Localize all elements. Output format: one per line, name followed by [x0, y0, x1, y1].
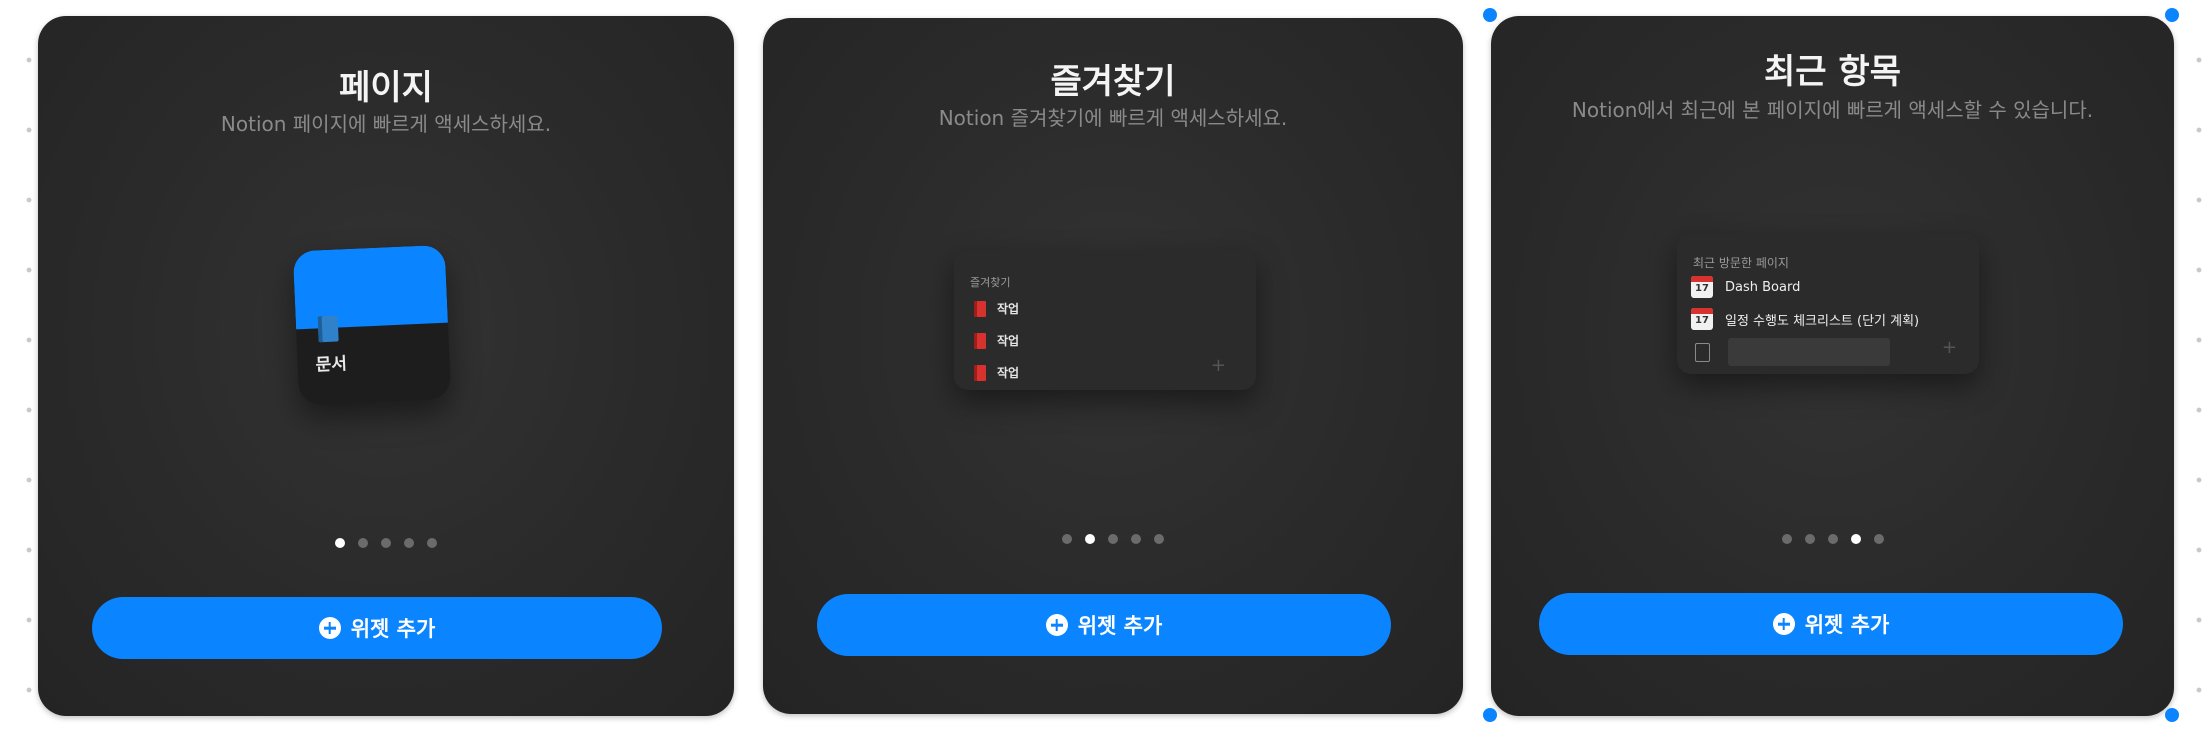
- plus-circle-icon: [1045, 614, 1068, 636]
- redacted-label: [1728, 338, 1890, 366]
- favorite-item-label: 작업: [997, 366, 1020, 380]
- card-subtitle: Notion에서 최근에 본 페이지에 빠르게 액세스할 수 있습니다.: [1571, 98, 2094, 122]
- add-widget-label: 위젯 추가: [1077, 614, 1163, 638]
- page-dot[interactable]: [1873, 534, 1884, 544]
- plus-icon: +: [1941, 337, 1957, 358]
- recent-item: 17 Dash Board: [1691, 276, 1800, 298]
- calendar-icon: 17: [1691, 308, 1713, 330]
- favorite-item-label: 작업: [997, 334, 1020, 348]
- card-title: 페이지: [339, 68, 433, 108]
- widget-color-header: [292, 244, 448, 330]
- selection-handle[interactable]: [2165, 708, 2179, 722]
- add-widget-button[interactable]: 위젯 추가: [1539, 593, 2123, 655]
- page-indicator: [1491, 534, 2174, 544]
- red-book-icon: [974, 300, 986, 317]
- add-widget-label: 위젯 추가: [1804, 613, 1890, 637]
- selection-handle[interactable]: [2165, 8, 2179, 22]
- favorite-item: 작업: [974, 364, 1019, 381]
- widget-card-recent: 최근 항목 Notion에서 최근에 본 페이지에 빠르게 액세스할 수 있습니…: [1491, 16, 2174, 716]
- page-dot[interactable]: [358, 538, 368, 548]
- red-book-icon: [974, 332, 986, 349]
- recent-item: [1691, 338, 1890, 366]
- page-dot[interactable]: [1850, 534, 1861, 544]
- page-dot[interactable]: [1804, 534, 1815, 544]
- plus-circle-icon: [318, 617, 341, 639]
- favorite-item: 작업: [974, 300, 1019, 317]
- recent-widget-preview: 최근 방문한 페이지 17 Dash Board 17 일정 수행도 체크리스트…: [1677, 234, 1979, 374]
- red-book-icon: [974, 364, 986, 381]
- recent-item: 17 일정 수행도 체크리스트 (단기 계획): [1691, 308, 1919, 330]
- page-indicator: [763, 534, 1463, 544]
- page-dot[interactable]: [1827, 534, 1838, 544]
- page-dot[interactable]: [1154, 534, 1164, 544]
- favorites-header: 즐겨찾기: [970, 276, 1011, 289]
- page-dot[interactable]: [381, 538, 391, 548]
- widget-card-favorites: 즐겨찾기 Notion 즐겨찾기에 빠르게 액세스하세요. 즐겨찾기 작업 작업…: [763, 18, 1463, 714]
- card-subtitle: Notion 페이지에 빠르게 액세스하세요.: [220, 112, 552, 136]
- page-indicator: [38, 538, 734, 548]
- favorite-item: 작업: [974, 332, 1019, 349]
- add-widget-label: 위젯 추가: [350, 617, 436, 641]
- recent-header: 최근 방문한 페이지: [1693, 256, 1789, 270]
- widget-card-pages: 페이지 Notion 페이지에 빠르게 액세스하세요. 문서 위젯 추가: [38, 16, 734, 716]
- recent-item-label: Dash Board: [1725, 279, 1801, 295]
- favorites-widget-preview: 즐겨찾기 작업 작업 작업 +: [954, 250, 1256, 390]
- document-icon: [1695, 342, 1710, 362]
- page-dot[interactable]: [427, 538, 437, 548]
- widget-page-label: 문서: [315, 354, 348, 376]
- selection-handle[interactable]: [1483, 8, 1497, 22]
- add-widget-button[interactable]: 위젯 추가: [92, 597, 662, 659]
- plus-circle-icon: [1772, 613, 1795, 635]
- page-dot[interactable]: [404, 538, 414, 548]
- add-widget-button[interactable]: 위젯 추가: [817, 594, 1391, 656]
- page-dot[interactable]: [335, 538, 345, 548]
- page-dot[interactable]: [1085, 534, 1095, 544]
- page-dot[interactable]: [1131, 534, 1141, 544]
- card-title: 최근 항목: [1764, 52, 1901, 92]
- calendar-icon: 17: [1691, 276, 1713, 298]
- page-widget-preview: 문서: [292, 244, 452, 406]
- page-dot[interactable]: [1062, 534, 1072, 544]
- book-icon: [317, 315, 339, 343]
- card-subtitle: Notion 즐겨찾기에 빠르게 액세스하세요.: [938, 106, 1288, 130]
- card-title: 즐겨찾기: [1050, 62, 1176, 102]
- page-dot[interactable]: [1108, 534, 1118, 544]
- favorite-item-label: 작업: [997, 302, 1020, 316]
- recent-item-label: 일정 수행도 체크리스트 (단기 계획): [1725, 313, 1920, 329]
- page-dot[interactable]: [1781, 534, 1792, 544]
- plus-icon: +: [1210, 355, 1226, 376]
- selection-handle[interactable]: [1483, 708, 1497, 722]
